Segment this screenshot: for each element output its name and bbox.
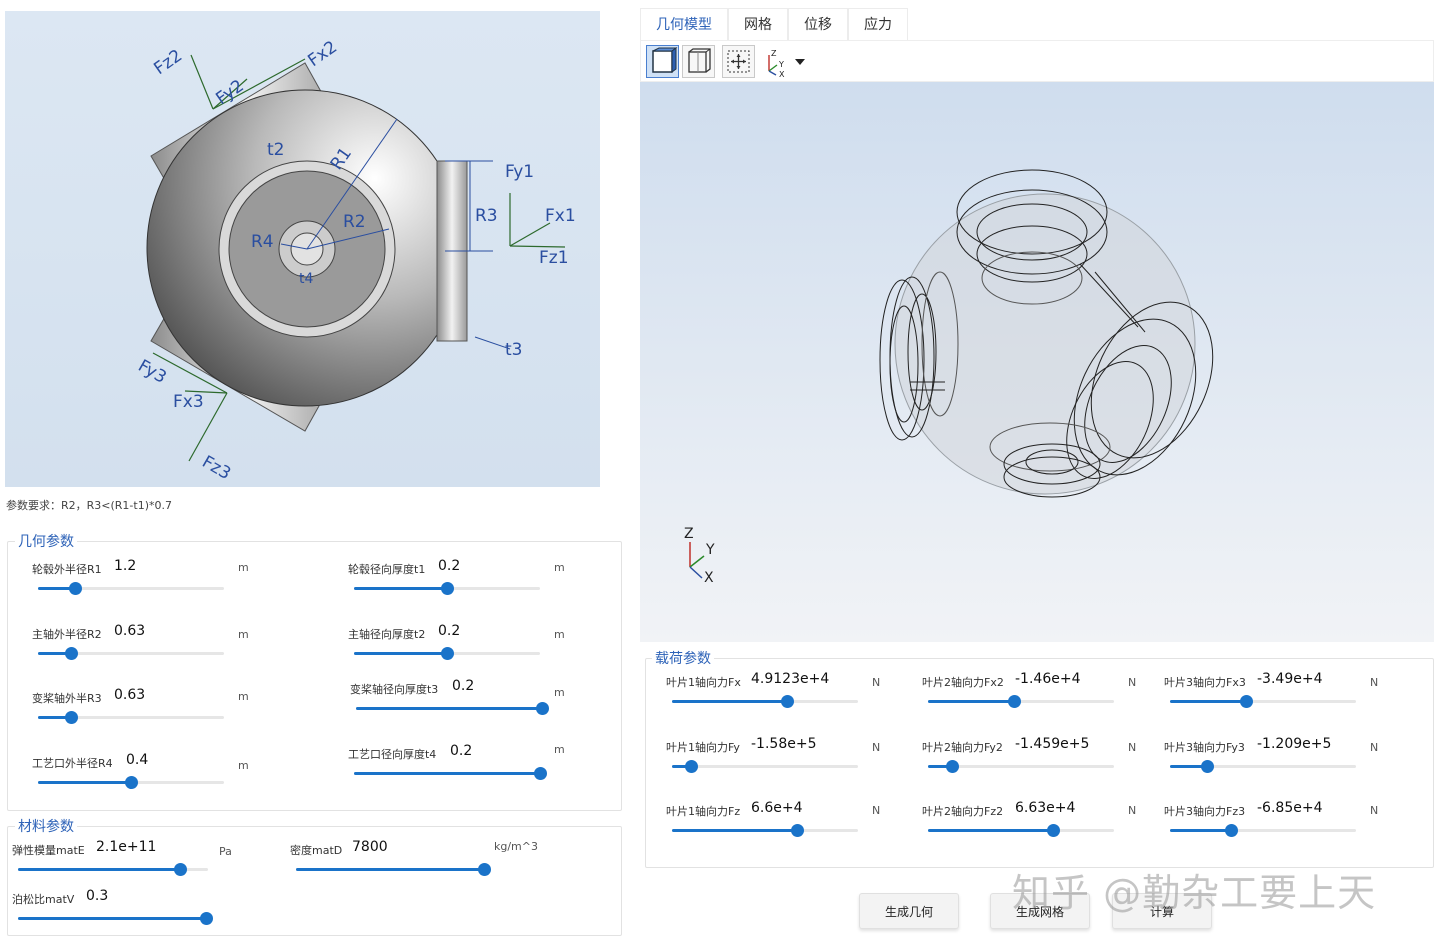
load-params-title: 载荷参数 — [652, 648, 714, 668]
label-fy3: Fy3 — [135, 356, 170, 388]
label-r3: R3 — [475, 206, 498, 226]
param-fx3: 叶片3轴向力Fx3 -3.49e+4 N — [1164, 671, 1394, 714]
fit-view-icon[interactable] — [722, 45, 755, 78]
label-fx2: Fx2 — [304, 37, 341, 71]
slider-fx3[interactable] — [1170, 695, 1356, 708]
param-fy3: 叶片3轴向力Fy3 -1.209e+5 N — [1164, 736, 1394, 779]
label-fx3: Fx3 — [173, 392, 204, 412]
svg-text:Y: Y — [778, 60, 784, 69]
param-t4: 工艺口径向厚度t4 0.2 m — [348, 743, 578, 786]
svg-text:X: X — [779, 70, 785, 77]
param-mat-d: 密度matD 7800 kg/m^3 — [290, 839, 550, 882]
label-fz3: Fz3 — [199, 452, 235, 484]
parameter-requirement-note: 参数要求：R2，R3<(R1-t1)*0.7 — [6, 499, 172, 512]
param-fz3: 叶片3轴向力Fz3 -6.85e+4 N — [1164, 800, 1394, 843]
slider-t1[interactable] — [354, 582, 540, 595]
param-r4: 工艺口外半径R4 0.4 m — [32, 752, 262, 795]
slider-r1[interactable] — [38, 582, 224, 595]
label-t2: t2 — [267, 140, 284, 160]
slider-mat-v[interactable] — [18, 912, 213, 925]
slider-mat-e[interactable] — [18, 863, 208, 876]
param-mat-v: 泊松比matV 0.3 — [12, 888, 252, 931]
param-fy1: 叶片1轴向力Fy -1.58e+5 N — [666, 736, 896, 779]
param-t3: 变桨轴径向厚度t3 0.2 m — [350, 678, 580, 721]
slider-fz1[interactable] — [672, 824, 858, 837]
watermark-text: 知乎 @勤杂工要上天 — [1012, 871, 1377, 915]
label-fx1: Fx1 — [545, 206, 576, 226]
slider-r3[interactable] — [38, 711, 224, 724]
solid-view-icon[interactable] — [646, 45, 679, 78]
param-mat-e: 弹性模量matE 2.1e+11 Pa — [12, 839, 252, 882]
3d-viewport[interactable]: Z Y X — [640, 82, 1434, 642]
slider-t3[interactable] — [356, 702, 549, 715]
label-t4: t4 — [299, 271, 313, 287]
param-fz2: 叶片2轴向力Fz2 6.63e+4 N — [922, 800, 1152, 843]
slider-fx1[interactable] — [672, 695, 858, 708]
param-t2: 主轴径向厚度t2 0.2 m — [348, 623, 578, 666]
label-fz2: Fz2 — [150, 46, 186, 79]
label-r2: R2 — [343, 212, 366, 232]
param-fx1: 叶片1轴向力Fx 4.9123e+4 N — [666, 671, 896, 714]
tab-stress[interactable]: 应力 — [848, 8, 908, 40]
axis-z-label: Z — [684, 526, 694, 542]
material-params-title: 材料参数 — [15, 816, 77, 836]
slider-fz3[interactable] — [1170, 824, 1356, 837]
slider-t4[interactable] — [354, 767, 547, 780]
param-fy2: 叶片2轴向力Fy2 -1.459e+5 N — [922, 736, 1152, 779]
slider-r4[interactable] — [38, 776, 224, 789]
svg-text:Z: Z — [771, 49, 777, 58]
label-fy1: Fy1 — [505, 162, 534, 182]
tab-displacement[interactable]: 位移 — [788, 8, 848, 40]
param-t1: 轮毂径向厚度t1 0.2 m — [348, 558, 578, 601]
geometry-params-title: 几何参数 — [15, 531, 77, 551]
hub-schematic-image: Fz2 Fy2 Fx2 t2 R1 R2 R4 t4 Fy1 R3 Fx1 Fz… — [5, 11, 600, 487]
generate-geometry-button[interactable]: 生成几何 — [859, 893, 959, 929]
param-fz1: 叶片1轴向力Fz 6.6e+4 N — [666, 800, 896, 843]
param-r3: 变桨轴外半R3 0.63 m — [32, 687, 262, 730]
axis-y-label: Y — [705, 542, 715, 558]
label-t3: t3 — [505, 340, 522, 360]
axis-orientation-icon[interactable]: ZYX — [763, 47, 807, 79]
tab-mesh[interactable]: 网格 — [728, 8, 788, 40]
wireframe-view-icon[interactable] — [682, 45, 715, 78]
slider-t2[interactable] — [354, 647, 540, 660]
label-fz1: Fz1 — [539, 248, 569, 268]
slider-fy3[interactable] — [1170, 760, 1356, 773]
slider-fy2[interactable] — [928, 760, 1114, 773]
tab-geometry-model[interactable]: 几何模型 — [640, 8, 728, 40]
slider-mat-d[interactable] — [296, 863, 491, 876]
slider-fx2[interactable] — [928, 695, 1114, 708]
view-toolbar: ZYX — [640, 40, 1434, 82]
axis-x-label: X — [704, 570, 714, 586]
slider-fz2[interactable] — [928, 824, 1114, 837]
param-r2: 主轴外半径R2 0.63 m — [32, 623, 262, 666]
param-r1: 轮毂外半径R1 1.2 m — [32, 558, 262, 601]
label-r4: R4 — [251, 232, 274, 252]
param-fx2: 叶片2轴向力Fx2 -1.46e+4 N — [922, 671, 1152, 714]
slider-r2[interactable] — [38, 647, 224, 660]
slider-fy1[interactable] — [672, 760, 858, 773]
axis-triad: Z Y X — [684, 526, 715, 586]
